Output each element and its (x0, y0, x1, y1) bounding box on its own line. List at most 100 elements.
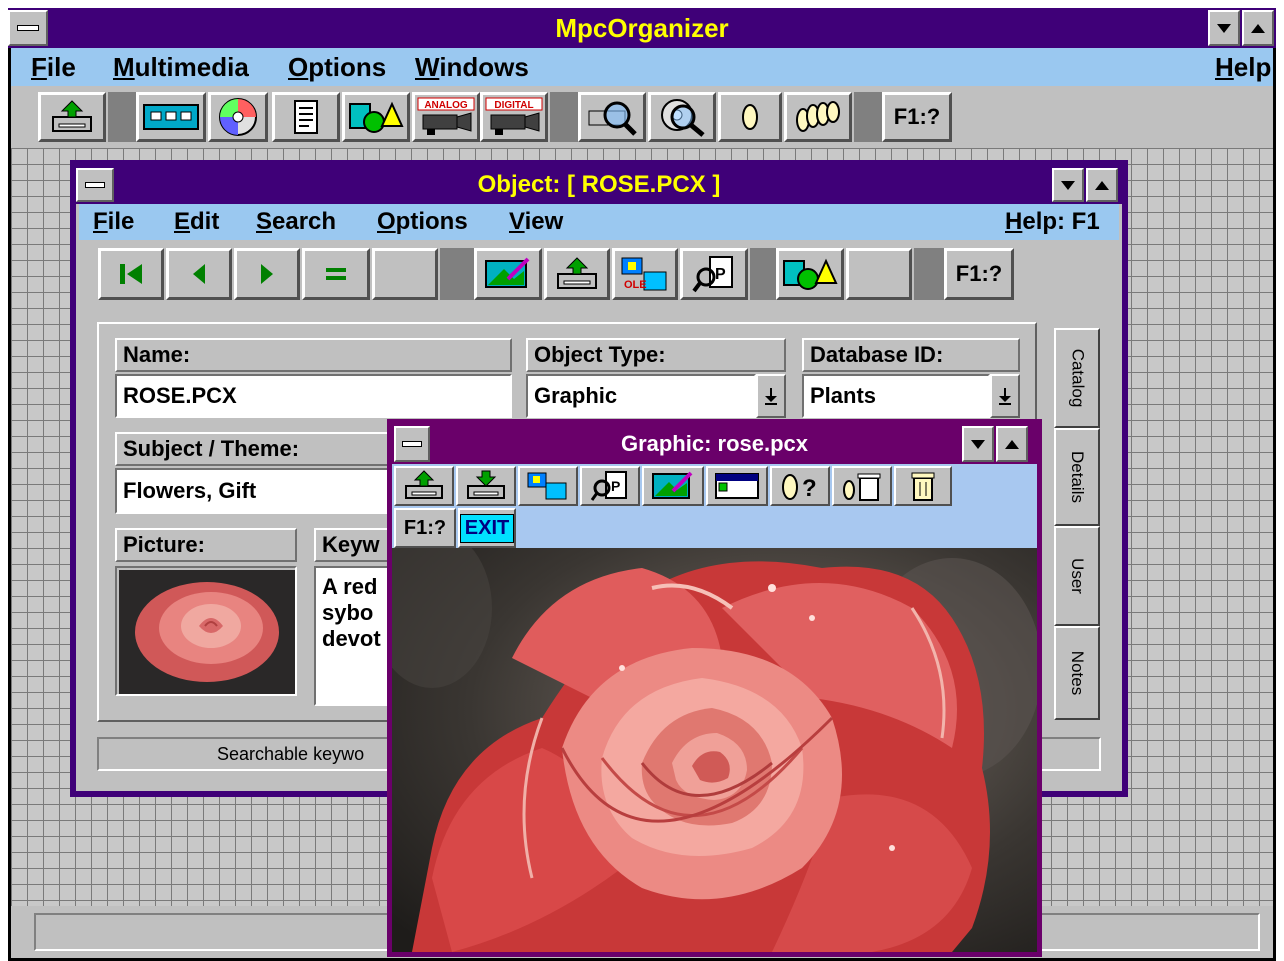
graphic-window-title: Graphic: rose.pcx (620, 431, 809, 456)
object-help-button[interactable]: F1:? (944, 248, 1014, 300)
video-strip-button[interactable] (136, 92, 206, 142)
ole-link-button[interactable]: OLE (612, 248, 678, 300)
picture-label: Picture: (115, 528, 297, 562)
next-record-button[interactable] (234, 248, 300, 300)
shapes-icon (349, 101, 404, 133)
keywords-field[interactable]: A red sybo devot (314, 566, 394, 706)
next-arrow-icon (261, 264, 273, 284)
svg-text:?: ? (802, 475, 817, 502)
help-button[interactable]: F1:? (882, 92, 952, 142)
subject-theme-label: Subject / Theme: (115, 432, 405, 466)
name-label: Name: (115, 338, 512, 372)
graphic-edit-picture-button[interactable] (642, 466, 704, 506)
object-system-menu-icon (84, 182, 106, 188)
single-item-button[interactable] (718, 92, 782, 142)
menu-options[interactable]: Options (288, 48, 386, 86)
picture-edit-icon (652, 471, 693, 499)
object-menu-bar: File Edit Search Options View Help: F1 (79, 204, 1119, 240)
maximize-button[interactable] (1242, 10, 1274, 46)
object-system-menu-button[interactable] (76, 168, 114, 202)
graphic-shapes-button[interactable] (342, 92, 410, 142)
graphic-minimize-button[interactable] (962, 426, 994, 462)
object-shapes-button[interactable] (776, 248, 844, 300)
system-menu-icon (17, 25, 39, 31)
graphic-export-button[interactable] (394, 466, 454, 506)
object-type-select[interactable]: Graphic (526, 374, 756, 418)
name-field[interactable]: ROSE.PCX (115, 374, 512, 418)
graphic-help-button[interactable]: F1:? (394, 508, 456, 548)
browse-button[interactable] (648, 92, 716, 142)
menu-multimedia[interactable]: Multimedia (113, 48, 249, 86)
view-file-button[interactable]: P (680, 248, 748, 300)
blank-button[interactable] (372, 248, 438, 300)
graphic-window-view-button[interactable] (706, 466, 768, 506)
tab-catalog[interactable]: Catalog (1054, 328, 1100, 428)
object-menu-edit[interactable]: Edit (174, 204, 219, 240)
keywords-label: Keyw (314, 528, 394, 562)
exit-label: EXIT (459, 513, 515, 543)
graphic-system-menu-button[interactable] (394, 426, 430, 462)
rose-thumbnail[interactable] (119, 570, 295, 694)
first-record-button[interactable] (98, 248, 164, 300)
object-blank-button[interactable] (846, 248, 912, 300)
database-id-dropdown-button[interactable] (990, 374, 1020, 418)
tab-user[interactable]: User (1054, 526, 1100, 626)
digital-video-button[interactable]: DIGITAL (480, 92, 548, 142)
tab-details-label: Details (1068, 451, 1087, 503)
multiple-items-button[interactable] (784, 92, 852, 142)
minimize-button[interactable] (1208, 10, 1240, 46)
graphic-minimize-icon (971, 439, 985, 449)
help-button-label: F1:? (893, 104, 941, 129)
graphic-ole-button[interactable] (518, 466, 578, 506)
graphic-object-delete-button[interactable] (832, 466, 892, 506)
subject-theme-field[interactable]: Flowers, Gift (115, 468, 405, 514)
system-menu-button[interactable] (8, 10, 48, 46)
menu-windows[interactable]: Windows (415, 48, 529, 86)
object-window-title: Object: [ ROSE.PCX ] (477, 171, 721, 198)
database-id-select[interactable]: Plants (802, 374, 990, 418)
dropdown-arrow-icon (765, 388, 777, 405)
graphic-view-file-button[interactable]: P (580, 466, 640, 506)
tab-details[interactable]: Details (1054, 428, 1100, 526)
graphic-maximize-button[interactable] (996, 426, 1028, 462)
graphic-system-menu-icon (402, 441, 422, 447)
object-menu-options[interactable]: Options (377, 204, 468, 240)
object-maximize-button[interactable] (1086, 168, 1118, 202)
object-menu-search[interactable]: Search (256, 204, 336, 240)
object-title-bar: Object: [ ROSE.PCX ] (76, 166, 1122, 204)
object-type-dropdown-button[interactable] (756, 374, 786, 418)
object-menu-help[interactable]: Help: F1 (1005, 204, 1100, 240)
graphic-import-button[interactable] (456, 466, 516, 506)
single-object-icon (742, 104, 758, 130)
object-shapes-icon (783, 258, 838, 290)
cd-audio-button[interactable] (208, 92, 268, 142)
object-trash-icon (843, 473, 881, 501)
search-button[interactable] (578, 92, 646, 142)
object-export-button[interactable] (544, 248, 610, 300)
object-minimize-button[interactable] (1052, 168, 1084, 202)
tab-notes[interactable]: Notes (1054, 626, 1100, 720)
ole-link-icon: OLE (621, 257, 667, 291)
picture-thumbnail-frame (115, 566, 297, 696)
object-export-icon (557, 257, 597, 289)
import-icon (467, 470, 505, 499)
menu-help[interactable]: Help (1215, 48, 1271, 86)
export-icon (52, 100, 92, 132)
rose-image[interactable] (372, 528, 1042, 952)
magnifier-icon (588, 101, 637, 136)
export-button[interactable] (38, 92, 106, 142)
equals-button[interactable] (302, 248, 370, 300)
object-menu-view[interactable]: View (509, 204, 563, 240)
analog-video-button[interactable]: ANALOG (412, 92, 480, 142)
edit-picture-button[interactable] (474, 248, 542, 300)
menu-file[interactable]: File (31, 48, 76, 86)
digital-camera-icon: DIGITAL (485, 97, 543, 135)
object-menu-file[interactable]: File (93, 204, 134, 240)
previous-record-button[interactable] (166, 248, 232, 300)
keywords-line: devot (322, 626, 381, 651)
graphic-exit-button[interactable]: EXIT (458, 508, 516, 548)
export-icon (405, 470, 443, 499)
graphic-object-help-button[interactable]: ? (770, 466, 830, 506)
graphic-trash-button[interactable] (894, 466, 952, 506)
document-button[interactable] (272, 92, 340, 142)
